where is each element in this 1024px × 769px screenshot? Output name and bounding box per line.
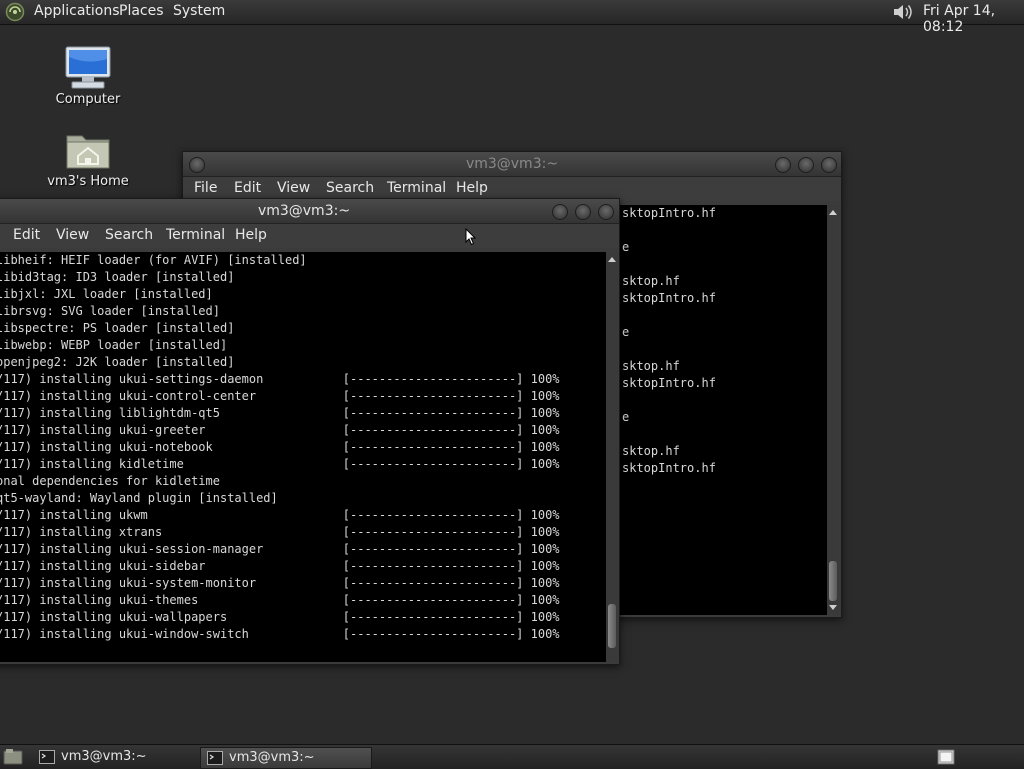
menubar: Edit View Search Terminal Help [0,224,619,248]
speaker-volume-icon[interactable] [891,1,915,23]
scroll-thumb[interactable] [829,561,837,601]
terminal-output[interactable]: sktopIntro.hf e sktop.hf sktopIntro.hf e skto… [618,205,830,615]
terminal-line: sktopIntro.hf [622,291,716,305]
window-titlebar[interactable]: vm3@vm3:~ [0,199,619,224]
window-titlebar[interactable]: vm3@vm3:~ [183,152,841,177]
terminal-icon [207,751,223,765]
terminal-line: e [622,325,630,339]
terminal-line: /117) installing ukui-notebook [--------… [0,440,560,454]
terminal-icon [39,750,55,764]
desktop-icon-label: vm3's Home [47,174,129,189]
terminal-output[interactable]: libheif: HEIF loader (for AVIF) [install… [0,252,612,662]
terminal-line: /117) installing ukui-wallpapers [------… [0,610,560,624]
terminal-line: openjpeg2: J2K loader [installed] [0,355,235,369]
terminal-line: /117) installing ukui-themes [----------… [0,593,560,607]
places-menu[interactable]: Places [119,3,164,19]
terminal-line: sktopIntro.hf [622,206,716,220]
scroll-up-arrow-icon[interactable] [827,207,839,217]
taskbar-item-terminal-active[interactable]: vm3@vm3:~ [200,747,372,769]
close-button[interactable] [598,204,614,220]
minimize-button[interactable] [552,204,568,220]
terminal-line: /117) installing ukui-window-switch [---… [0,627,560,641]
terminal-line: e [622,410,630,424]
show-desktop-icon[interactable] [3,748,23,766]
applications-menu[interactable]: Applications [34,3,120,19]
menu-view[interactable]: View [277,180,310,196]
terminal-line: sktopIntro.hf [622,376,716,390]
workspace-switcher-icon[interactable] [937,748,955,766]
distro-logo-icon[interactable] [5,2,25,22]
terminal-line: libspectre: PS loader [installed] [0,321,235,335]
scroll-down-arrow-icon[interactable] [827,603,839,613]
system-menu[interactable]: System [173,3,225,19]
menu-edit[interactable]: Edit [234,180,261,196]
bottom-panel: vm3@vm3:~ vm3@vm3:~ [0,744,1024,769]
terminal-line: libid3tag: ID3 loader [installed] [0,270,235,284]
terminal-window-front[interactable]: vm3@vm3:~ Edit View Search Terminal Help… [0,198,620,665]
computer-icon [65,46,111,89]
mouse-pointer-icon [465,228,477,246]
terminal-line: onal dependencies for kidletime [0,474,220,488]
desktop-icon-computer[interactable]: Computer [38,45,138,107]
scrollbar[interactable] [606,252,618,662]
terminal-line: /117) installing ukui-system-monitor [--… [0,576,560,590]
terminal-line: /117) installing ukui-session-manager [-… [0,542,560,556]
menu-view[interactable]: View [56,227,89,243]
terminal-line: sktop.hf [622,359,680,373]
terminal-line: libheif: HEIF loader (for AVIF) [install… [0,253,307,267]
window-title: vm3@vm3:~ [465,156,559,172]
maximize-button[interactable] [575,204,591,220]
scroll-up-arrow-icon[interactable] [606,254,618,264]
terminal-line: /117) installing xtrans [---------------… [0,525,560,539]
menu-search[interactable]: Search [326,180,374,196]
menu-help[interactable]: Help [235,227,267,243]
terminal-line: /117) installing ukui-settings-daemon [-… [0,372,560,386]
maximize-button[interactable] [798,157,814,173]
home-folder-icon [66,135,110,169]
desktop-icon-label: Computer [55,92,121,107]
terminal-line: /117) installing ukwm [-----------------… [0,508,560,522]
terminal-line: libjxl: JXL loader [installed] [0,287,213,301]
terminal-line: /117) installing kidletime [------------… [0,457,560,471]
taskbar-item-label: vm3@vm3:~ [229,750,315,765]
top-panel: Applications Places System Fri Apr 14, 0… [0,0,1024,35]
scrollbar[interactable] [827,205,839,615]
terminal-line: librsvg: SVG loader [installed] [0,304,220,318]
terminal-line: /117) installing ukui-sidebar [---------… [0,559,560,573]
clock[interactable]: Fri Apr 14, 08:12 [923,3,1024,35]
window-title: vm3@vm3:~ [257,203,351,219]
taskbar-item-terminal[interactable]: vm3@vm3:~ [33,747,193,767]
menu-file[interactable]: File [194,180,217,196]
desktop-icon-home[interactable]: vm3's Home [38,128,138,189]
minimize-button[interactable] [775,157,791,173]
terminal-line: libwebp: WEBP loader [installed] [0,338,228,352]
taskbar-item-label: vm3@vm3:~ [61,749,147,764]
terminal-line: /117) installing ukui-control-center [--… [0,389,560,403]
menu-terminal[interactable]: Terminal [387,180,446,196]
close-button[interactable] [821,157,837,173]
scroll-thumb[interactable] [608,604,616,648]
menu-edit[interactable]: Edit [13,227,40,243]
terminal-line: /117) installing liblightdm-qt5 [-------… [0,406,560,420]
menu-help[interactable]: Help [456,180,488,196]
terminal-line: sktop.hf [622,274,680,288]
terminal-line: /117) installing ukui-greeter [---------… [0,423,560,437]
menu-terminal[interactable]: Terminal [166,227,225,243]
terminal-line: qt5-wayland: Wayland plugin [installed] [0,491,278,505]
terminal-line: e [622,240,630,254]
terminal-line: sktop.hf [622,444,680,458]
menu-search[interactable]: Search [105,227,153,243]
terminal-line: sktopIntro.hf [622,461,716,475]
